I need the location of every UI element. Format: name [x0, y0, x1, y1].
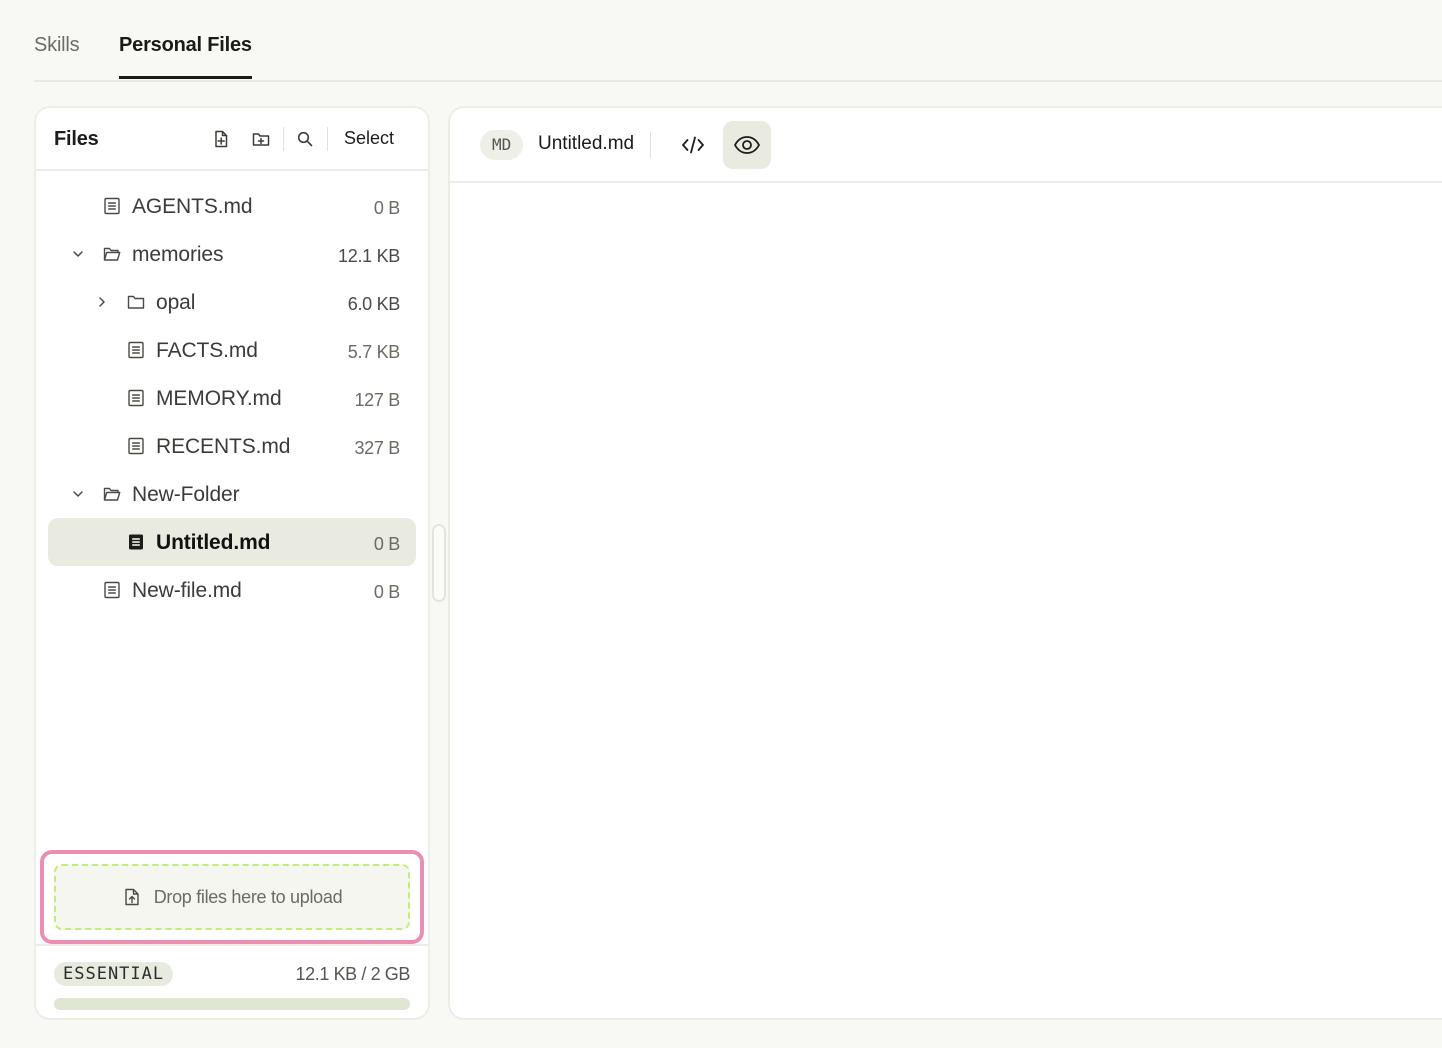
editor-content[interactable] — [450, 183, 1442, 1018]
folder-open-icon — [103, 487, 121, 501]
files-title: Files — [54, 128, 99, 150]
chevron-right-icon[interactable] — [94, 294, 110, 310]
header-divider — [327, 127, 328, 151]
file-text-icon — [128, 389, 144, 407]
plan-badge: ESSENTIAL — [54, 962, 174, 986]
chevron-down-icon[interactable] — [70, 486, 86, 502]
preview-view-button[interactable] — [723, 121, 771, 169]
tree-item-name: MEMORY.md — [156, 387, 282, 410]
tree-item-memories[interactable]: memories 12.1 KB — [48, 230, 416, 278]
tree-item-name: opal — [156, 291, 196, 314]
folder-icon — [127, 295, 145, 309]
tree-item-memory-md[interactable]: MEMORY.md 127 B — [48, 374, 416, 422]
upload-dropzone[interactable]: Drop files here to upload — [54, 864, 410, 930]
tree-item-size: 6.0 KB — [347, 294, 401, 314]
tree-item-name: memories — [132, 243, 224, 266]
panel-resize-handle[interactable] — [432, 524, 446, 602]
eye-icon — [733, 136, 761, 154]
editor-header: MD Untitled.md — [450, 108, 1442, 183]
tree-item-name: AGENTS.md — [132, 195, 253, 218]
tree-item-untitled-md[interactable]: Untitled.md 0 B — [48, 518, 416, 566]
tree-item-name: Untitled.md — [156, 531, 271, 554]
files-header: Files Select — [36, 108, 428, 171]
files-panel: Files Select AGENTS.md 0 B memories 12.1… — [34, 106, 430, 1020]
file-tree: AGENTS.md 0 B memories 12.1 KB opal 6.0 … — [48, 182, 416, 614]
tree-item-size: 327 B — [354, 438, 400, 458]
code-icon — [682, 136, 704, 154]
upload-text: Drop files here to upload — [153, 886, 343, 907]
select-button[interactable]: Select — [344, 128, 394, 149]
file-text-icon — [128, 437, 144, 455]
tree-item-size: 5.7 KB — [347, 342, 401, 362]
tree-item-new-file-md[interactable]: New-file.md 0 B — [48, 566, 416, 614]
tree-item-size: 0 B — [373, 582, 400, 602]
new-file-icon — [215, 130, 228, 148]
tree-item-name: New-file.md — [132, 579, 242, 602]
storage-footer: ESSENTIAL 12.1 KB / 2 GB — [36, 944, 428, 1018]
chevron-down-icon[interactable] — [70, 246, 86, 262]
tree-item-size: 0 B — [373, 534, 400, 554]
tree-item-name: FACTS.md — [156, 339, 258, 362]
search-icon — [297, 131, 313, 147]
tree-item-name: New-Folder — [132, 483, 240, 506]
storage-usage: 12.1 KB / 2 GB — [295, 964, 411, 984]
tree-item-name: RECENTS.md — [156, 435, 291, 458]
new-folder-icon — [252, 133, 270, 146]
new-file-button[interactable] — [208, 126, 234, 152]
file-format-badge: MD — [480, 130, 524, 160]
code-view-button[interactable] — [669, 121, 717, 169]
tree-item-recents-md[interactable]: RECENTS.md 327 B — [48, 422, 416, 470]
file-text-icon — [129, 534, 143, 550]
tab-skills[interactable]: Skills — [34, 34, 80, 77]
new-folder-button[interactable] — [248, 126, 274, 152]
tab-personal-files[interactable]: Personal Files — [119, 34, 252, 79]
open-file-name: Untitled.md — [538, 133, 635, 154]
file-text-icon — [104, 197, 120, 215]
file-upload-icon — [124, 888, 139, 906]
tree-item-size: 12.1 KB — [338, 246, 400, 266]
tab-bar: Skills Personal Files — [34, 0, 1442, 82]
editor-panel: MD Untitled.md — [448, 106, 1442, 1020]
tree-item-opal[interactable]: opal 6.0 KB — [48, 278, 416, 326]
tree-item-facts-md[interactable]: FACTS.md 5.7 KB — [48, 326, 416, 374]
search-button[interactable] — [292, 126, 318, 152]
folder-open-icon — [103, 247, 121, 261]
header-divider — [283, 127, 284, 151]
file-text-icon — [128, 341, 144, 359]
tree-item-new-folder[interactable]: New-Folder — [48, 470, 416, 518]
upload-highlight: Drop files here to upload — [40, 850, 424, 944]
header-divider — [650, 132, 651, 158]
storage-progress-bar — [54, 998, 410, 1010]
tree-item-size: 0 B — [373, 198, 400, 218]
file-text-icon — [104, 581, 120, 599]
tree-item-size: 127 B — [354, 390, 400, 410]
tree-item-agents-md[interactable]: AGENTS.md 0 B — [48, 182, 416, 230]
